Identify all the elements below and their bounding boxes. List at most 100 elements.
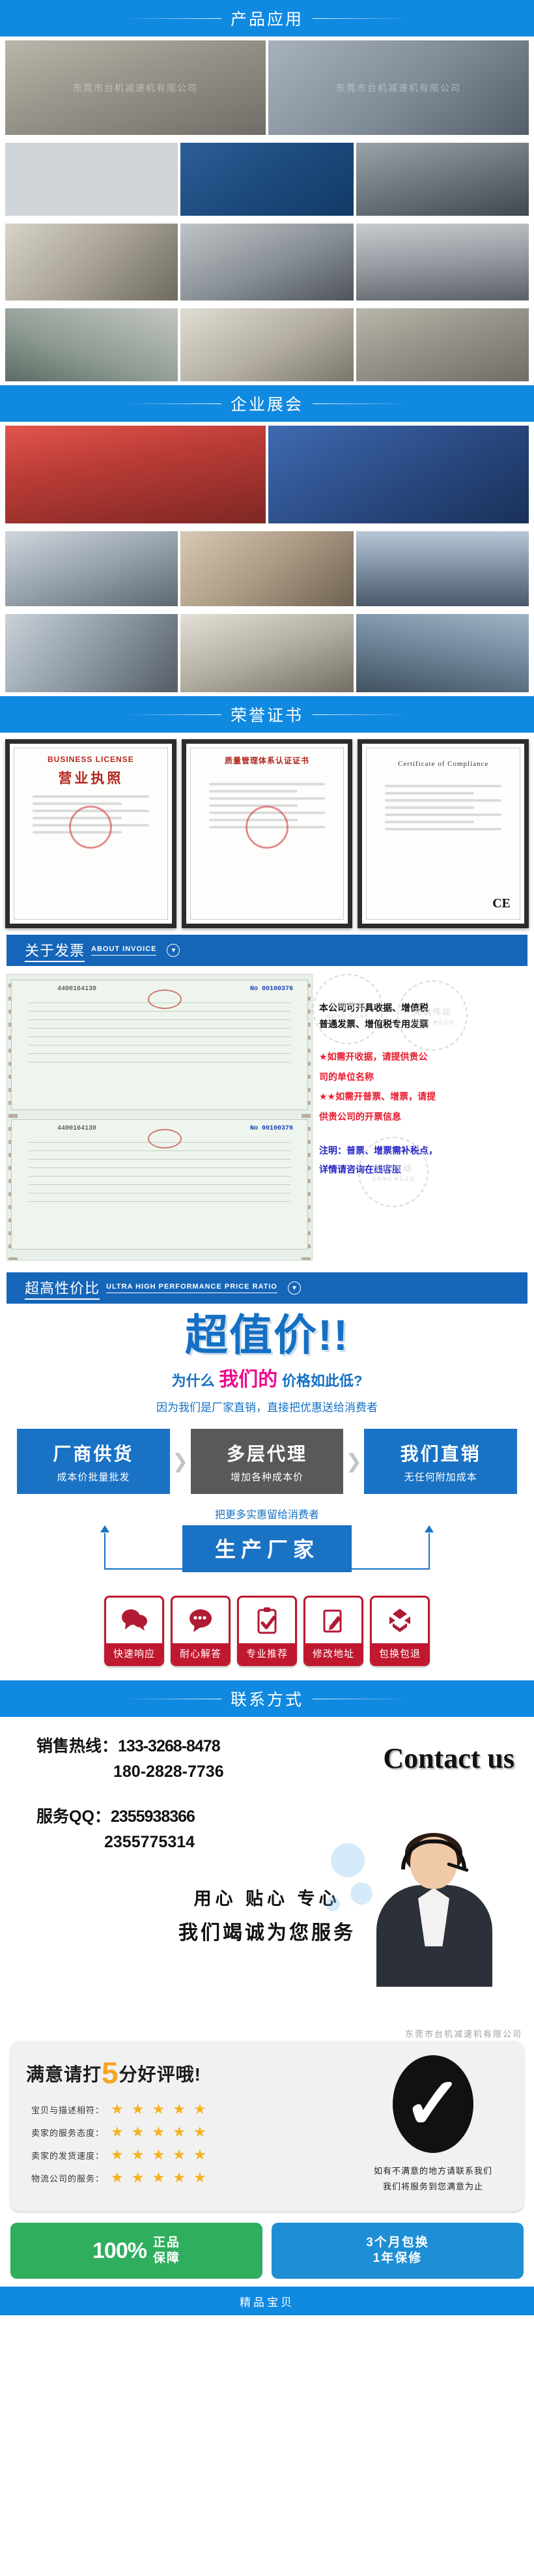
invoice-seal-icon (147, 1129, 182, 1149)
company-watermark: 东莞市台机减速机有限公司 (404, 2029, 522, 2040)
rating-stars[interactable]: ★ ★ ★ ★ ★ (111, 2148, 206, 2162)
product-photo-5[interactable] (5, 224, 178, 300)
chain-step-title: 多层代理 (227, 1443, 308, 1464)
product-photo-9[interactable] (180, 308, 354, 381)
service-label: 包换包退 (372, 1643, 428, 1665)
banner-title: 产品应用 (230, 10, 303, 29)
chevron-right-icon: ❯ (345, 1450, 362, 1472)
guarantee-text-line-1: 正品 (152, 2236, 180, 2250)
sales-hotline-label: 销售热线： (36, 1737, 119, 1756)
star-icon: ★ (131, 2146, 145, 2163)
rating-stars[interactable]: ★ ★ ★ ★ ★ (111, 2125, 206, 2139)
exhibition-photo-4[interactable] (356, 531, 529, 606)
service-exchange-return[interactable]: 包换包退 (370, 1596, 430, 1667)
invoice-seal-icon (147, 989, 182, 1009)
exhibition-photo-1[interactable] (268, 426, 529, 523)
rating-stars[interactable]: ★ ★ ★ ★ ★ (111, 2102, 206, 2116)
section-banner-product-application: 产品应用 (0, 0, 534, 37)
section-title-cn: 关于发票 (25, 939, 85, 962)
section-banner-exhibition: 企业展会 (0, 385, 534, 422)
rating-row-label: 物流公司的服务： (31, 2173, 104, 2184)
rating-title-prefix: 满意请打 (26, 2064, 102, 2085)
exhibition-photo-5[interactable] (5, 614, 178, 692)
star-icon: ★ (173, 2124, 186, 2141)
chain-step-sub: 增加各种成本价 (231, 1471, 304, 1483)
chain-step-manufacturer: 厂商供货 成本价批量批发 (17, 1429, 170, 1495)
star-icon: ★ (193, 2146, 206, 2163)
invoice-note-black-2: 普通发票、增值税专用发票 (319, 1018, 429, 1029)
exhibition-photo-7[interactable] (356, 614, 529, 692)
invoice-code: 4400164130 (57, 1125, 97, 1132)
banner-rule-right (313, 18, 410, 19)
product-photo-grid-row1: 东莞市台机减速机有限公司 东莞市台机减速机有限公司 (0, 37, 534, 139)
certificate-compliance[interactable]: Certificate of Compliance CE (358, 739, 529, 928)
service-qq-1[interactable]: 2355938366 (111, 1808, 195, 1826)
section-bar-invoice: 关于发票 ABOUT INVOICE ▼ (7, 935, 527, 966)
product-photo-8[interactable] (5, 308, 178, 381)
sales-phone-1[interactable]: 133-3268-8478 (118, 1737, 221, 1755)
section-title-en: ULTRA HIGH PERFORMANCE PRICE RATIO (106, 1283, 277, 1293)
exhibition-photo-6[interactable] (180, 614, 354, 692)
star-icon: ★ (131, 2169, 145, 2186)
service-modify-address[interactable]: 修改地址 (303, 1596, 363, 1667)
service-label: 耐心解答 (173, 1643, 229, 1665)
rating-row: 卖家的发货速度： ★ ★ ★ ★ ★ (26, 2148, 346, 2162)
invoice-note-red-1: ★如需开收据，请提供贵公 (319, 1051, 428, 1062)
product-photo-1[interactable]: 东莞市台机减速机有限公司 (268, 40, 529, 135)
service-fast-response[interactable]: 快速响应 (104, 1596, 164, 1667)
chain-step-title: 我们直销 (400, 1443, 481, 1464)
certificate-business-license[interactable]: BUSINESS LICENSE 营业执照 (5, 739, 176, 928)
invoice-content: 4400164130 No 00100376 4400164130 No 001… (0, 966, 534, 1272)
star-icon: ★ (193, 2169, 206, 2186)
chevron-down-icon[interactable]: ▼ (287, 1281, 301, 1295)
product-photo-0[interactable]: 东莞市台机减速机有限公司 (5, 40, 266, 135)
banner-title: 企业展会 (230, 396, 303, 414)
service-professional-recommend[interactable]: 专业推荐 (237, 1596, 297, 1667)
star-icon: ★ (193, 2101, 206, 2118)
banner-title: 荣誉证书 (230, 707, 303, 725)
footer-bar: 精品宝贝 (0, 2287, 534, 2316)
exhibition-photo-3[interactable] (180, 531, 354, 606)
exhibition-grid-row1 (0, 422, 534, 527)
invoice-text-block: 天机传动 品质保证 售后无忧 天机传动 品质保证 售后无忧 天机传动 品质保证 售后无… (313, 974, 527, 1207)
rating-stars[interactable]: ★ ★ ★ ★ ★ (111, 2171, 206, 2185)
guarantee-authentic: 100% 正品 保障 (10, 2223, 262, 2279)
chevron-down-icon[interactable]: ▼ (167, 944, 180, 957)
rating-card: 满意请打5分好评哦! 宝贝与描述相符： ★ ★ ★ ★ ★ 卖家的服务态度： ★… (10, 2041, 524, 2212)
rating-row-label: 宝贝与描述相符： (31, 2105, 104, 2115)
section-title-en: ABOUT INVOICE (91, 945, 157, 956)
product-photo-6[interactable] (180, 224, 354, 300)
product-photo-4[interactable] (356, 143, 529, 216)
invoice-number: No 00100376 (249, 1125, 293, 1132)
certificate-title: 营业执照 (58, 771, 124, 786)
star-icon: ★ (111, 2146, 124, 2163)
invoice-note-blue-2: 详情请咨询在线客服 (319, 1164, 401, 1175)
guarantee-percent: 100% (92, 2238, 147, 2263)
banner-rule-right (313, 714, 410, 715)
exhibition-photo-2[interactable] (5, 531, 178, 606)
rating-row: 卖家的服务态度： ★ ★ ★ ★ ★ (26, 2125, 346, 2139)
star-icon: ★ (111, 2124, 124, 2141)
star-icon: ★ (152, 2169, 165, 2186)
service-patient-answer[interactable]: 耐心解答 (171, 1596, 231, 1667)
service-feature-row: 快速响应 耐心解答 专业推荐 修改地址 包换包退 (0, 1596, 534, 1680)
watermark-brand: 东莞市台机减速机有限公司 (336, 82, 461, 93)
guarantee-warranty: 3个月包换 1年保修 (272, 2223, 524, 2279)
product-photo-2[interactable] (5, 143, 178, 216)
product-photo-7[interactable] (356, 224, 529, 300)
product-photo-3[interactable] (180, 143, 354, 216)
invoice-note-blue-1: 注明：普票、增票需补税点， (319, 1145, 438, 1156)
manufacturer-note: 把更多实惠留给消费者 (214, 1510, 319, 1521)
rating-score: 5 (102, 2056, 119, 2090)
banner-rule-right (313, 403, 410, 404)
certificate-quality-system[interactable]: 质量管理体系认证证书 (181, 739, 353, 928)
why-prefix: 为什么 (171, 1373, 215, 1390)
star-icon: ★ (131, 2124, 145, 2141)
product-photo-10[interactable] (356, 308, 529, 381)
exhibition-photo-0[interactable] (5, 426, 266, 523)
price-advantage-section: 超值价!! 为什么 我们的 价格如此低? 因为我们是厂家直销，直接把优惠送给消费… (0, 1304, 534, 1680)
chain-step-agents: 多层代理 增加各种成本价 (190, 1429, 344, 1495)
invoice-scan-image[interactable]: 4400164130 No 00100376 4400164130 No 001… (7, 974, 313, 1261)
star-icon: ★ (152, 2146, 165, 2163)
rating-note-line-2: 我们将服务到您满意为止 (382, 2181, 483, 2191)
